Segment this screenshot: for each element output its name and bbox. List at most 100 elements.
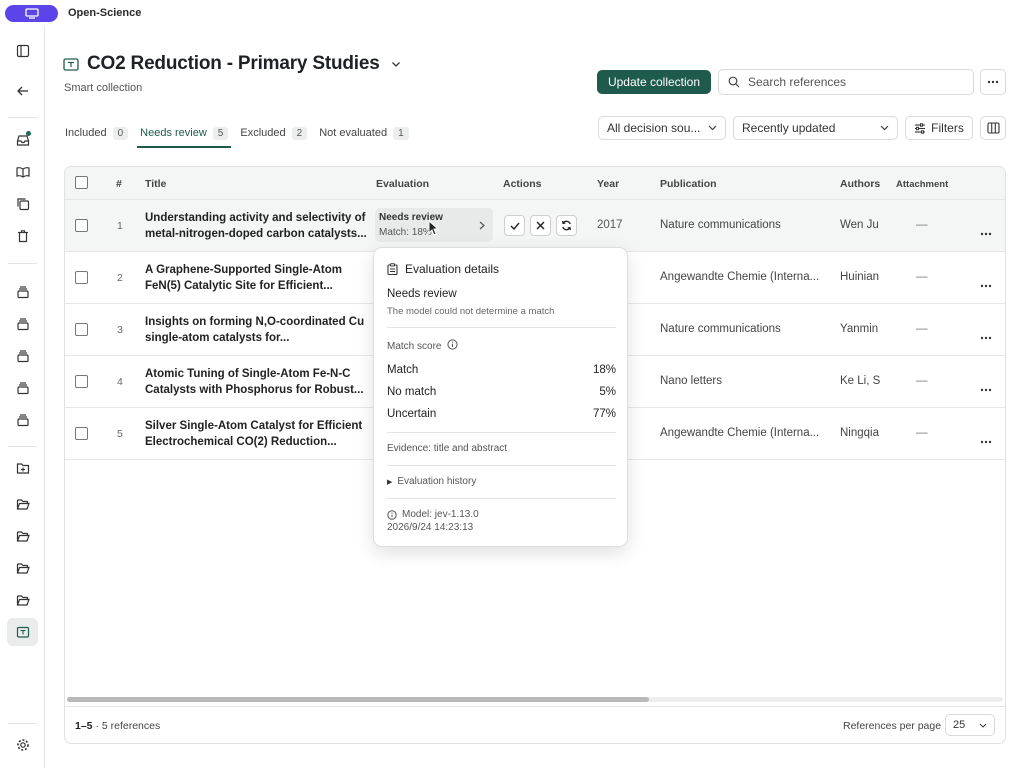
- sidebar-item-trash[interactable]: [7, 222, 38, 250]
- trash-icon: [17, 230, 28, 243]
- result-total: · 5 references: [92, 720, 161, 732]
- sidebar-item-stack-5[interactable]: [7, 406, 38, 434]
- row-number: 5: [117, 428, 123, 440]
- select-all-checkbox[interactable]: [75, 176, 88, 189]
- sidebar-item-stack-1[interactable]: [7, 278, 38, 306]
- accept-button[interactable]: [504, 215, 525, 236]
- columns-icon: [986, 122, 1000, 134]
- row-title[interactable]: Atomic Tuning of Single-Atom Fe-N-C Catal…: [145, 366, 367, 398]
- sidebar-folder-3[interactable]: [7, 554, 38, 582]
- sidebar-item-inbox[interactable]: [7, 126, 38, 154]
- sidebar-item-duplicates[interactable]: [7, 190, 38, 218]
- row-checkbox[interactable]: [75, 427, 88, 440]
- smart-folder-icon: [16, 626, 29, 638]
- sidebar-folder-2[interactable]: [7, 522, 38, 550]
- column-header-title[interactable]: Title: [145, 178, 166, 190]
- row-checkbox[interactable]: [75, 375, 88, 388]
- row-more-button[interactable]: [980, 432, 992, 447]
- popover-status-detail: The model could not determine a match: [387, 306, 555, 317]
- more-horizontal-icon: [980, 232, 992, 236]
- search-input[interactable]: [748, 75, 948, 89]
- more-horizontal-icon: [980, 440, 992, 444]
- stack-icon: [16, 350, 29, 363]
- sidebar-item-stack-3[interactable]: [7, 342, 38, 370]
- sidebar-toggle-button[interactable]: [7, 37, 38, 65]
- row-year: 2017: [597, 219, 623, 231]
- row-checkbox[interactable]: [75, 271, 88, 284]
- result-range: 1–5: [75, 720, 93, 732]
- columns-button[interactable]: [980, 116, 1006, 140]
- evaluation-history-toggle[interactable]: ▶ Evaluation history: [387, 476, 476, 487]
- refresh-icon: [562, 220, 571, 231]
- row-title[interactable]: Understanding activity and selectivity o…: [145, 210, 367, 242]
- update-collection-button[interactable]: Update collection: [597, 70, 711, 94]
- decision-source-select[interactable]: All decision sou...: [598, 116, 726, 140]
- row-attachment: —: [916, 375, 928, 387]
- score-value: 5%: [599, 386, 616, 398]
- chevron-down-icon: [880, 125, 889, 131]
- folder-plus-icon: [16, 463, 29, 474]
- score-label: No match: [387, 386, 437, 398]
- sidebar-item-library[interactable]: [7, 158, 38, 186]
- column-header-evaluation[interactable]: Evaluation: [376, 178, 429, 190]
- column-header-year[interactable]: Year: [597, 178, 619, 190]
- sidebar-folder-1[interactable]: [7, 490, 38, 518]
- row-more-button[interactable]: [980, 328, 992, 343]
- row-more-button[interactable]: [980, 276, 992, 291]
- table-row[interactable]: 1 Understanding activity and selectivity…: [65, 200, 1005, 252]
- per-page-select[interactable]: 25: [945, 714, 995, 736]
- row-title[interactable]: A Graphene-Supported Single-Atom FeN(5) C…: [145, 262, 367, 294]
- scrollbar-thumb[interactable]: [67, 697, 649, 702]
- info-icon[interactable]: [447, 339, 459, 353]
- tab-excluded[interactable]: Excluded 2: [240, 120, 308, 146]
- row-authors: Huinian: [840, 271, 879, 283]
- row-attachment: —: [916, 427, 928, 439]
- row-more-button[interactable]: [980, 380, 992, 395]
- sort-select[interactable]: Recently updated: [733, 116, 898, 140]
- row-title[interactable]: Insights on forming N,O-coordinated Cu si…: [145, 314, 367, 346]
- tab-needs-review[interactable]: Needs review 5: [137, 120, 232, 148]
- new-folder-button[interactable]: [7, 454, 38, 482]
- row-checkbox[interactable]: [75, 323, 88, 336]
- triangle-right-icon: ▶: [387, 478, 393, 486]
- row-publication: Angewandte Chemie (Interna...: [660, 427, 820, 439]
- column-header-publication[interactable]: Publication: [660, 178, 717, 190]
- page-title-row: CO2 Reduction - Primary Studies: [63, 53, 401, 75]
- filters-button[interactable]: Filters: [905, 116, 973, 140]
- folder-open-icon: [16, 563, 30, 574]
- sidebar-item-stack-4[interactable]: [7, 374, 38, 402]
- more-horizontal-icon: [980, 284, 992, 288]
- settings-button[interactable]: [7, 731, 38, 759]
- row-title-line: metal-nitrogen-doped carbon catalysts...: [145, 228, 367, 240]
- sidebar-item-stack-2[interactable]: [7, 310, 38, 338]
- row-publication: Nature communications: [660, 323, 781, 335]
- decision-source-value: All decision sou...: [607, 121, 701, 135]
- row-attachment: —: [916, 323, 928, 335]
- row-title[interactable]: Silver Single-Atom Catalyst for Efficien…: [145, 418, 367, 450]
- chevron-right-icon: [479, 221, 485, 230]
- row-title-line: Understanding activity and selectivity o…: [145, 212, 366, 224]
- page-title: CO2 Reduction - Primary Studies: [87, 53, 380, 74]
- tab-label: Excluded: [240, 127, 286, 139]
- table-header: # Title Evaluation Actions Year Publicat…: [65, 167, 1005, 200]
- title-menu-button[interactable]: [391, 61, 401, 68]
- row-title-line: A Graphene-Supported Single-Atom: [145, 264, 342, 276]
- app-switcher-button[interactable]: [5, 4, 58, 22]
- reject-button[interactable]: [530, 215, 551, 236]
- row-checkbox[interactable]: [75, 219, 88, 232]
- column-header-attachment[interactable]: Attachment: [896, 179, 948, 190]
- back-button[interactable]: [7, 77, 38, 105]
- evidence-text: Evidence: title and abstract: [387, 443, 508, 454]
- tab-not-evaluated[interactable]: Not evaluated 1: [319, 120, 409, 146]
- row-more-button[interactable]: [980, 224, 992, 239]
- horizontal-scrollbar[interactable]: [67, 697, 1003, 702]
- stack-icon: [16, 414, 29, 427]
- tab-included[interactable]: Included 0: [65, 120, 129, 146]
- sidebar-folder-4[interactable]: [7, 586, 38, 614]
- more-options-button[interactable]: [980, 69, 1006, 95]
- column-header-authors[interactable]: Authors: [840, 178, 880, 190]
- re-evaluate-button[interactable]: [556, 215, 577, 236]
- sidebar-smart-collection-active[interactable]: [7, 618, 38, 646]
- row-title-line: Catalysts with Phosphorus for Robust...: [145, 384, 364, 396]
- popover-status: Needs review: [387, 288, 457, 300]
